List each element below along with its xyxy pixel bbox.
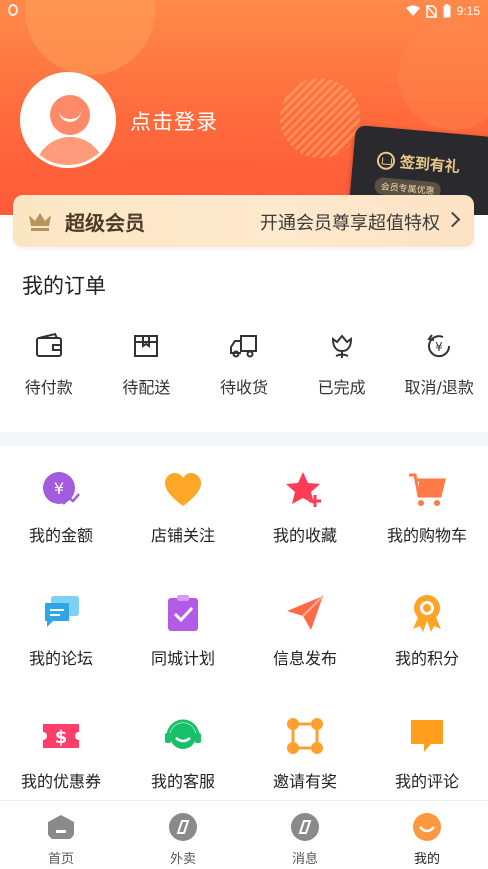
service-label: 我的客服 xyxy=(150,772,215,791)
avatar-body xyxy=(35,137,105,165)
comment-icon xyxy=(411,720,443,752)
order-label: 待收货 xyxy=(219,378,268,397)
service-label: 店铺关注 xyxy=(150,526,215,545)
service-label: 我的积分 xyxy=(394,649,459,668)
vip-title: 超级会员 xyxy=(65,211,145,235)
order-completed[interactable]: 已完成 xyxy=(293,330,391,410)
order-label: 待付款 xyxy=(24,378,73,397)
svg-text:$: $ xyxy=(55,727,68,748)
order-label: 已完成 xyxy=(317,378,366,397)
services-row: ¥ 我的金额 店铺关注 我的收藏 我的购物车 xyxy=(0,470,488,593)
order-pending-delivery[interactable]: 待配送 xyxy=(98,330,196,410)
avatar[interactable] xyxy=(20,72,116,168)
chevron-right-icon xyxy=(444,211,461,228)
service-label: 我的收藏 xyxy=(272,526,337,545)
order-pending-payment[interactable]: 待付款 xyxy=(0,330,98,410)
notification-icon xyxy=(8,4,18,16)
gift-icon xyxy=(376,150,396,171)
status-time: 9:15 xyxy=(456,4,480,18)
tab-label: 外卖 xyxy=(169,852,196,867)
service-label: 我的优惠券 xyxy=(20,772,101,791)
home-icon xyxy=(48,815,74,839)
svg-text:¥: ¥ xyxy=(435,340,443,354)
wifi-icon xyxy=(405,5,420,16)
tab-label: 首页 xyxy=(47,852,74,867)
service-cart[interactable]: 我的购物车 xyxy=(366,470,488,593)
vip-promo-text: 开通会员尊享超值特权 xyxy=(260,213,440,234)
star-icon xyxy=(286,472,321,507)
status-indicators: 9:15 xyxy=(405,3,480,19)
service-points[interactable]: 我的积分 xyxy=(366,593,488,716)
headset-icon xyxy=(165,719,201,749)
package-icon xyxy=(134,335,159,357)
takeout-icon xyxy=(169,813,197,841)
battery-icon xyxy=(443,4,451,18)
service-label: 邀请有奖 xyxy=(272,772,337,791)
order-label: 待配送 xyxy=(122,378,171,397)
orders-section-title: 我的订单 xyxy=(22,274,106,298)
service-label: 我的金额 xyxy=(28,526,93,545)
vip-banner[interactable]: 超级会员 开通会员尊享超值特权 xyxy=(13,195,474,247)
chat-icon xyxy=(45,596,79,627)
tab-takeout[interactable]: 外卖 xyxy=(122,801,244,869)
crown-icon xyxy=(29,213,51,231)
truck-icon xyxy=(229,335,257,358)
service-post-info[interactable]: 信息发布 xyxy=(244,593,366,716)
services-grid: ¥ 我的金额 店铺关注 我的收藏 我的购物车 我的论坛 同城计划 信息发布 我的… xyxy=(0,470,488,839)
service-forum[interactable]: 我的论坛 xyxy=(0,593,122,716)
signin-title-row: 签到有礼 xyxy=(376,149,461,177)
order-pending-receipt[interactable]: 待收货 xyxy=(195,330,293,410)
login-link[interactable]: 点击登录 xyxy=(130,106,218,136)
coupon-icon: $ xyxy=(43,724,79,748)
order-label: 取消/退款 xyxy=(404,378,474,397)
no-sim-icon xyxy=(425,4,437,18)
order-status-row: 待付款 待配送 待收货 已完成 ¥ 取消/退款 xyxy=(0,330,488,410)
tab-profile[interactable]: 我的 xyxy=(366,801,488,869)
network-icon xyxy=(287,718,323,754)
order-refund[interactable]: ¥ 取消/退款 xyxy=(390,330,488,410)
clipboard-icon xyxy=(168,595,198,631)
money-icon: ¥ xyxy=(43,472,80,505)
tab-home[interactable]: 首页 xyxy=(0,801,122,869)
section-divider xyxy=(0,432,488,446)
service-label: 我的购物车 xyxy=(386,526,467,545)
service-balance[interactable]: ¥ 我的金额 xyxy=(0,470,122,593)
bottom-tab-bar: 首页 外卖 消息 我的 xyxy=(0,800,488,869)
heart-icon xyxy=(165,473,201,506)
flower-icon xyxy=(331,334,352,358)
refund-icon: ¥ xyxy=(427,334,451,358)
decor-striped-circle xyxy=(280,78,360,158)
tab-label: 消息 xyxy=(291,852,318,867)
service-local-plan[interactable]: 同城计划 xyxy=(122,593,244,716)
decor-circle xyxy=(398,20,488,130)
cart-icon xyxy=(409,473,446,506)
service-label: 我的论坛 xyxy=(28,649,93,668)
tab-label: 我的 xyxy=(413,852,440,867)
profile-icon xyxy=(413,813,441,841)
status-bar: 9:15 xyxy=(0,0,488,22)
tab-messages[interactable]: 消息 xyxy=(244,801,366,869)
service-store-follow[interactable]: 店铺关注 xyxy=(122,470,244,593)
send-icon xyxy=(287,595,324,630)
service-label: 信息发布 xyxy=(272,649,337,668)
wallet-icon xyxy=(35,332,62,357)
services-row: 我的论坛 同城计划 信息发布 我的积分 xyxy=(0,593,488,716)
service-label: 同城计划 xyxy=(150,649,215,668)
svg-text:¥: ¥ xyxy=(54,479,64,498)
profile-header: 点击登录 签到有礼 会员专属优惠 xyxy=(0,0,488,215)
medal-icon xyxy=(413,595,441,632)
service-favorites[interactable]: 我的收藏 xyxy=(244,470,366,593)
service-label: 我的评论 xyxy=(394,772,459,791)
message-icon xyxy=(291,813,319,841)
signin-title: 签到有礼 xyxy=(399,153,461,177)
